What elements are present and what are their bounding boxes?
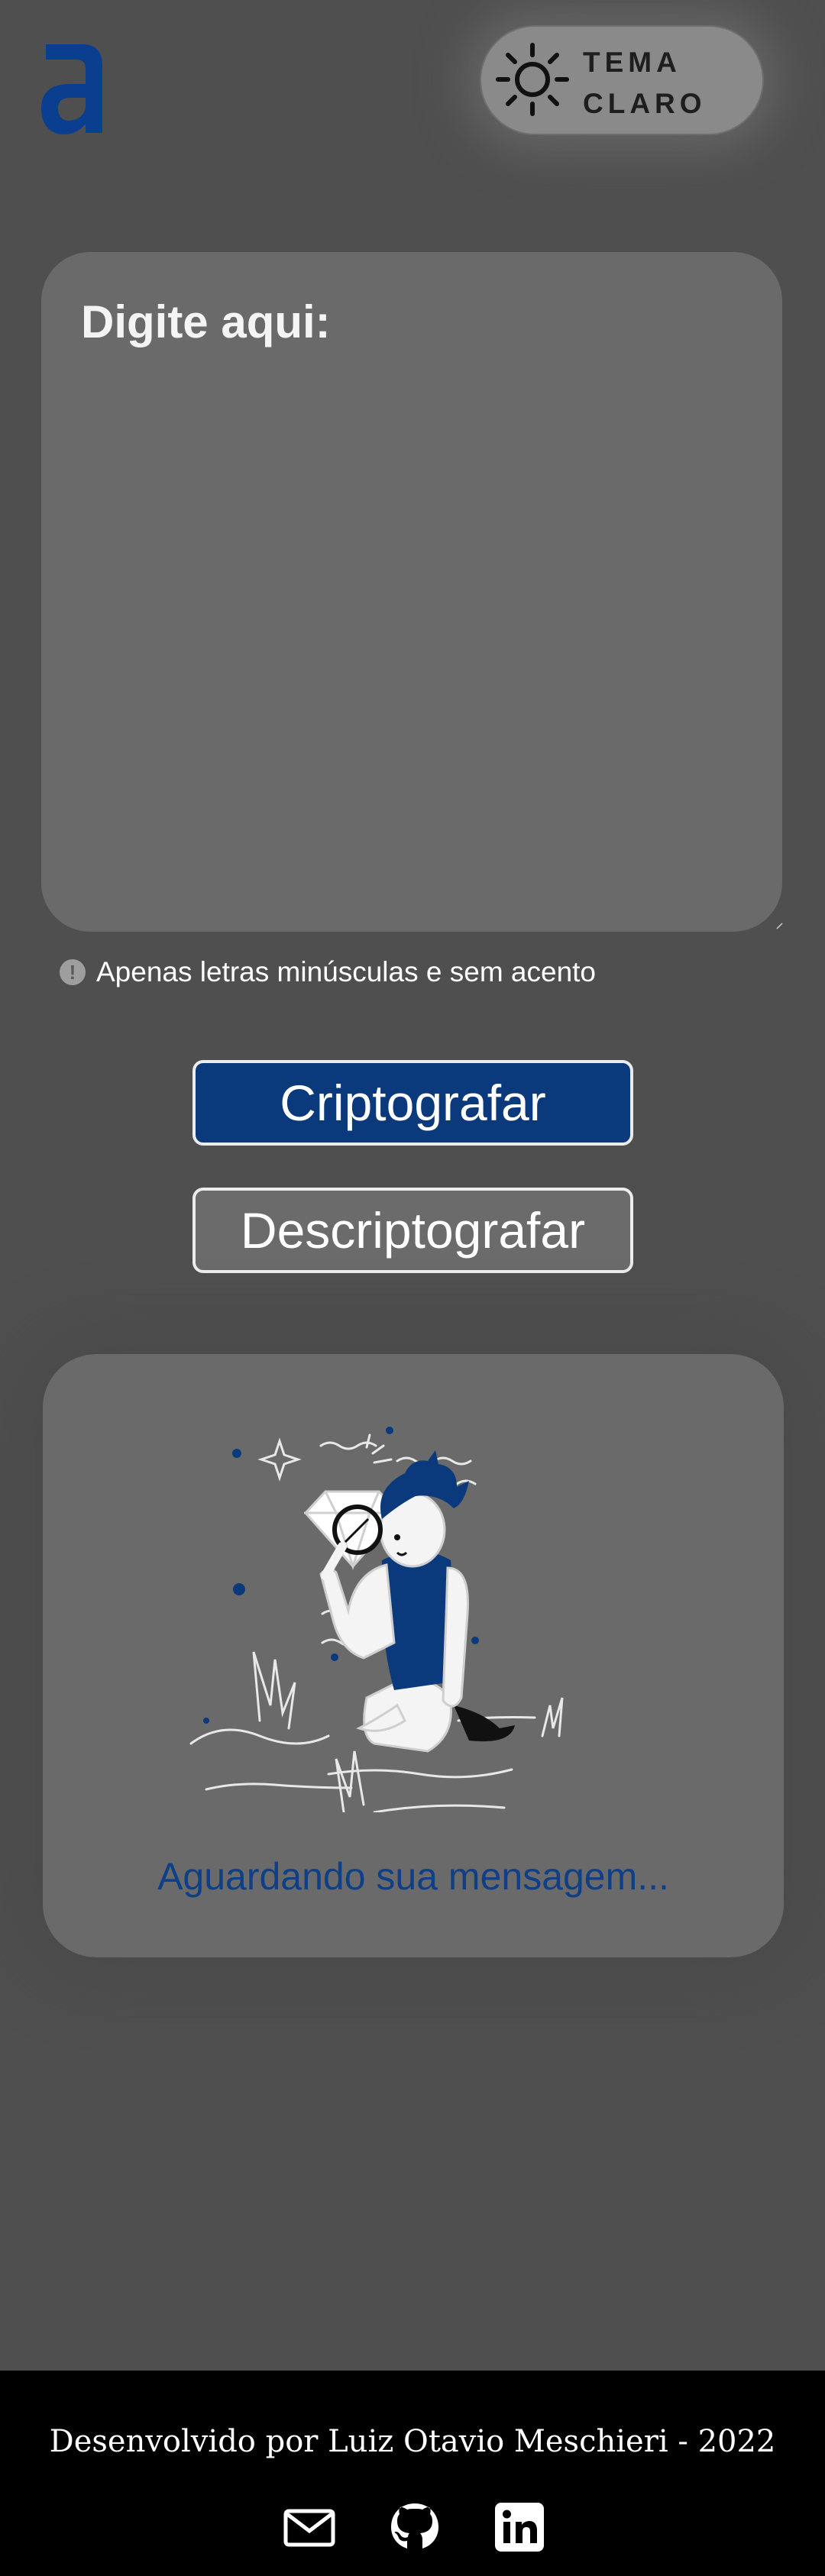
github-icon <box>391 2503 438 2549</box>
theme-toggle-label-line2: CLARO <box>583 88 707 119</box>
alura-a-logo-icon <box>41 44 102 134</box>
mail-link[interactable] <box>283 2500 336 2554</box>
footer-social-links <box>283 2500 550 2561</box>
github-link[interactable] <box>388 2500 442 2554</box>
person-with-magnifying-glass-and-diamond-illustration <box>189 1427 564 1812</box>
waiting-message: Aguardando sua mensagem... <box>157 1855 669 1898</box>
theme-toggle-button[interactable]: TEMA CLARO <box>480 25 764 135</box>
sun-icon <box>496 43 569 116</box>
input-hint: ! Apenas letras minúsculas e sem acento <box>60 954 596 991</box>
input-hint-text: Apenas letras minúsculas e sem acento <box>96 956 597 987</box>
message-input-card <box>41 252 782 932</box>
message-input[interactable] <box>81 295 742 889</box>
encrypt-button[interactable]: Criptografar <box>192 1060 633 1146</box>
linkedin-icon <box>495 2503 544 2552</box>
info-icon: ! <box>60 959 86 985</box>
alura-logo[interactable] <box>37 34 108 136</box>
resize-grip-icon[interactable] <box>775 922 783 929</box>
theme-toggle-label: TEMA CLARO <box>583 42 736 124</box>
theme-toggle-label-line1: TEMA <box>583 47 681 78</box>
mail-icon <box>283 2509 335 2547</box>
output-card: Aguardando sua mensagem... <box>43 1354 784 1957</box>
footer: Desenvolvido por Luiz Otavio Meschieri -… <box>0 2371 825 2576</box>
footer-credit: Desenvolvido por Luiz Otavio Meschieri -… <box>49 2424 776 2459</box>
decrypt-button[interactable]: Descriptografar <box>192 1188 633 1273</box>
linkedin-link[interactable] <box>493 2500 546 2554</box>
